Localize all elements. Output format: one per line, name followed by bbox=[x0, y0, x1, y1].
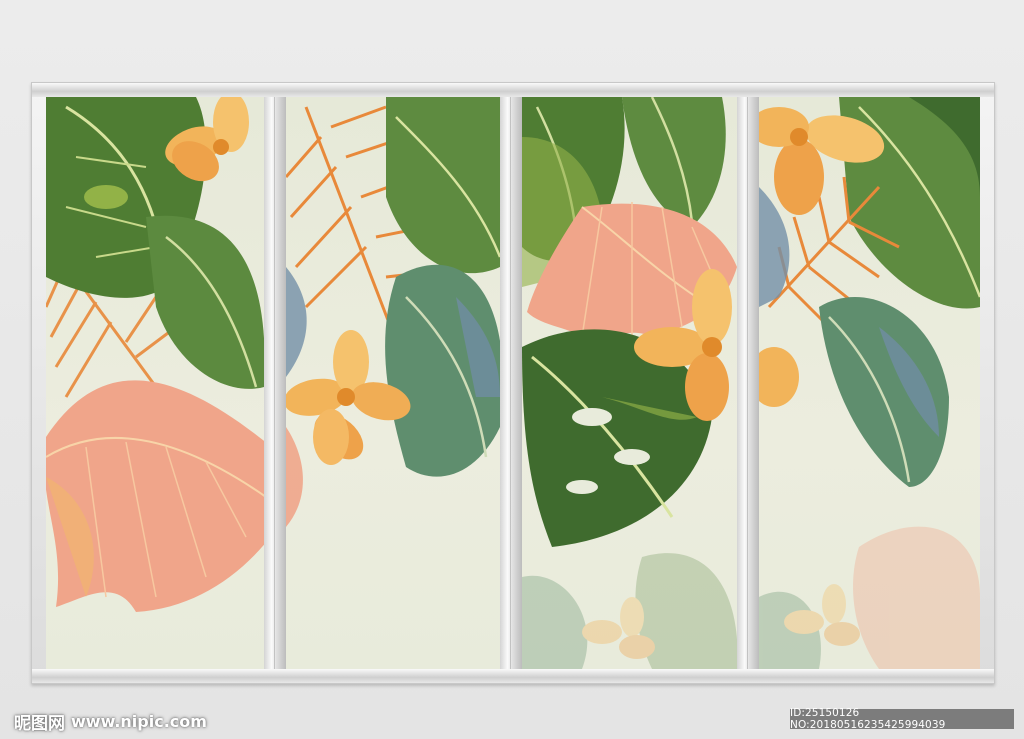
panel-divider-3 bbox=[737, 97, 759, 669]
frame-top-rail bbox=[32, 83, 994, 97]
panel-4-artwork bbox=[759, 97, 980, 669]
watermark-logo: 昵图网 www.nipic.com bbox=[14, 709, 207, 734]
art-panel-3 bbox=[522, 97, 737, 669]
frame-bottom-rail bbox=[32, 669, 994, 683]
watermark-site-name: 昵图网 bbox=[14, 714, 65, 734]
watermark-id-badge: ID:25150126 NO:20180516235425994039 bbox=[790, 707, 1014, 731]
panel-1-artwork bbox=[46, 97, 264, 612]
art-panel-2 bbox=[286, 97, 500, 669]
panel-3-artwork bbox=[522, 97, 737, 669]
art-panel-4 bbox=[759, 97, 980, 669]
watermark-url: www.nipic.com bbox=[71, 712, 207, 731]
panel-2-artwork bbox=[286, 97, 500, 527]
window-frame bbox=[31, 82, 995, 684]
panel-divider-1 bbox=[264, 97, 286, 669]
art-panel-1 bbox=[46, 97, 264, 669]
panel-divider-2 bbox=[500, 97, 522, 669]
